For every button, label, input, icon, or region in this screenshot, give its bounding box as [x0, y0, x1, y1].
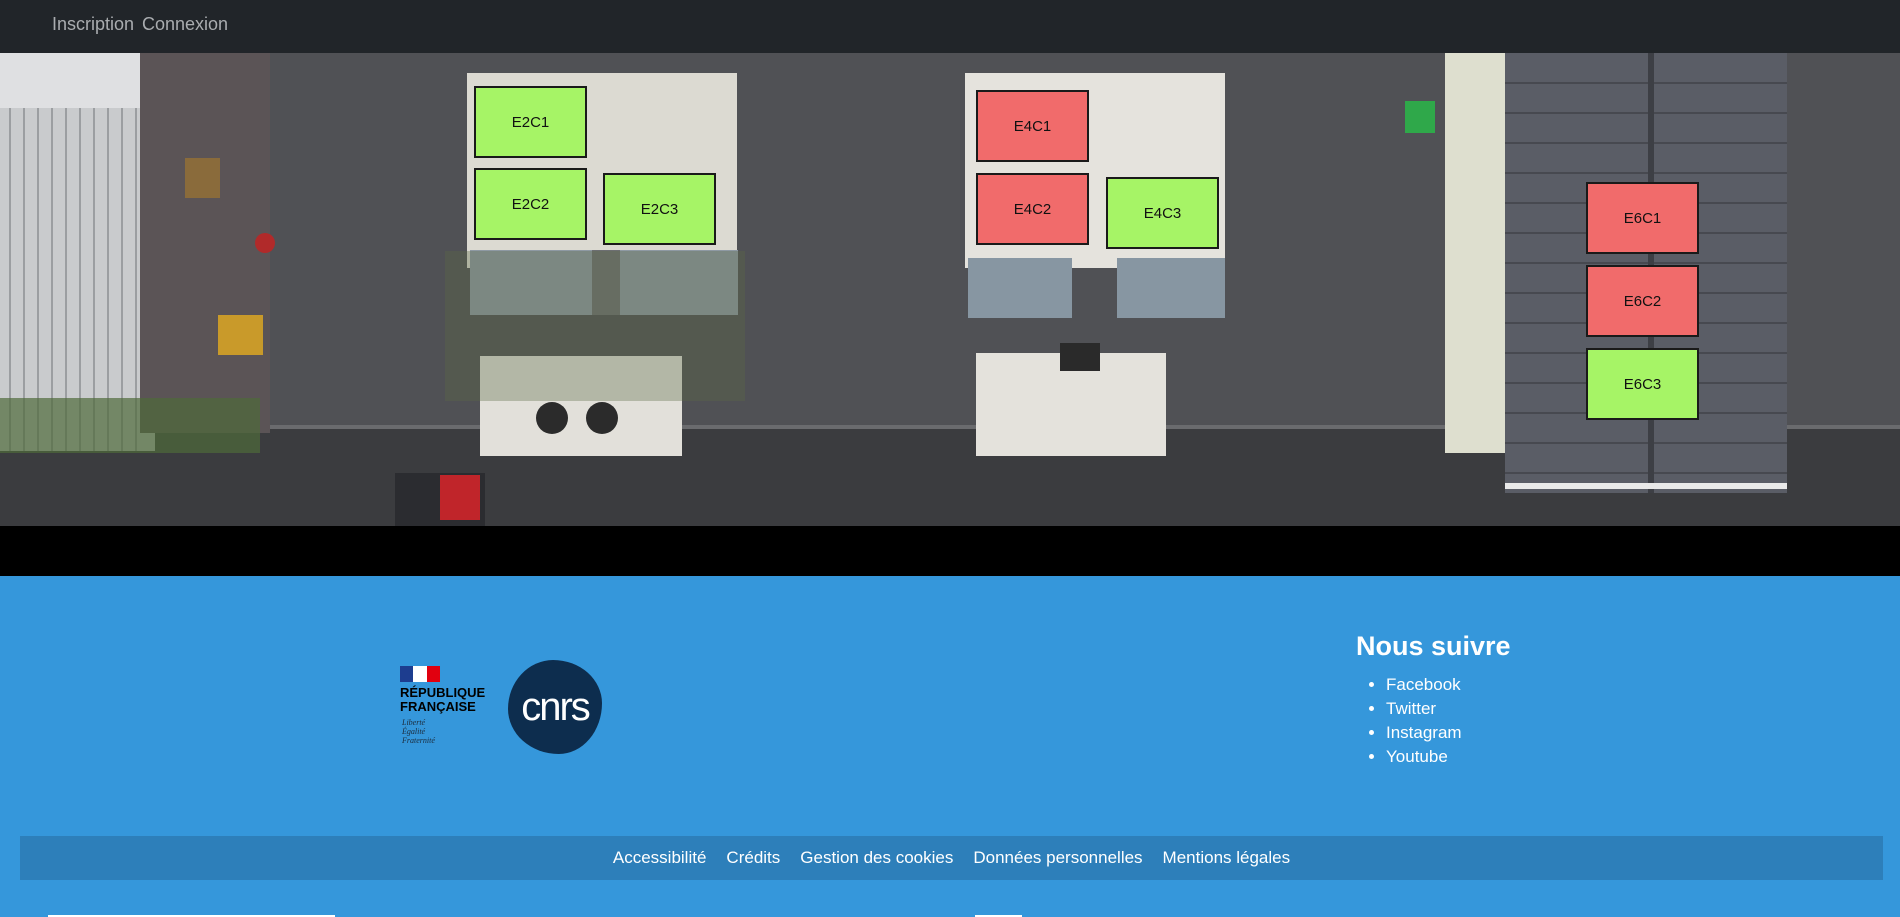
- slot-e4c1[interactable]: E4C1: [976, 90, 1089, 162]
- personal-data-link[interactable]: Données personnelles: [973, 848, 1142, 868]
- rf-motto2: Égalité: [402, 727, 426, 736]
- top-navbar: Inscription Connexion: [0, 0, 1900, 53]
- nav-inscription-link[interactable]: Inscription: [52, 14, 134, 35]
- follow-us-title: Nous suivre: [1356, 631, 1511, 661]
- social-item: Youtube: [1386, 745, 1462, 769]
- slot-e4c2[interactable]: E4C2: [976, 173, 1089, 245]
- rf-line2: FRANÇAISE: [400, 699, 476, 714]
- nav-connexion-link[interactable]: Connexion: [142, 14, 228, 35]
- aerial-site-view: E2C1 E2C2 E2C3 E4C1 E4C2 E4C3 E6C1 E6C2 …: [0, 53, 1900, 526]
- rf-line1: RÉPUBLIQUE: [400, 685, 486, 700]
- republique-francaise-logo: RÉPUBLIQUE FRANÇAISE Liberté Égalité Fra…: [400, 666, 495, 756]
- youtube-link[interactable]: Youtube: [1386, 747, 1448, 766]
- facebook-link[interactable]: Facebook: [1386, 675, 1461, 694]
- rf-motto3: Fraternité: [402, 736, 435, 745]
- marianne-flag-icon: [400, 666, 440, 682]
- cnrs-logo: cnrs: [508, 660, 602, 754]
- slot-e2c3[interactable]: E2C3: [603, 173, 716, 245]
- credits-link[interactable]: Crédits: [726, 848, 780, 868]
- cnrs-logo-text: cnrs: [521, 685, 591, 729]
- legal-links-bar: Accessibilité Crédits Gestion des cookie…: [20, 836, 1883, 880]
- instagram-link[interactable]: Instagram: [1386, 723, 1462, 742]
- image-bottom-band: [0, 526, 1900, 576]
- slot-e2c1[interactable]: E2C1: [474, 86, 587, 158]
- accessibility-link[interactable]: Accessibilité: [613, 848, 707, 868]
- legal-notice-link[interactable]: Mentions légales: [1163, 848, 1291, 868]
- site-footer: RÉPUBLIQUE FRANÇAISE Liberté Égalité Fra…: [0, 576, 1900, 917]
- social-links-list: Facebook Twitter Instagram Youtube: [1356, 673, 1462, 769]
- slot-e6c3[interactable]: E6C3: [1586, 348, 1699, 420]
- slot-e6c1[interactable]: E6C1: [1586, 182, 1699, 254]
- slot-e6c2[interactable]: E6C2: [1586, 265, 1699, 337]
- social-item: Instagram: [1386, 721, 1462, 745]
- slot-e4c3[interactable]: E4C3: [1106, 177, 1219, 249]
- cookie-settings-link[interactable]: Gestion des cookies: [800, 848, 953, 868]
- twitter-link[interactable]: Twitter: [1386, 699, 1436, 718]
- slot-e2c2[interactable]: E2C2: [474, 168, 587, 240]
- social-item: Facebook: [1386, 673, 1462, 697]
- rf-motto1: Liberté: [402, 718, 426, 727]
- social-item: Twitter: [1386, 697, 1462, 721]
